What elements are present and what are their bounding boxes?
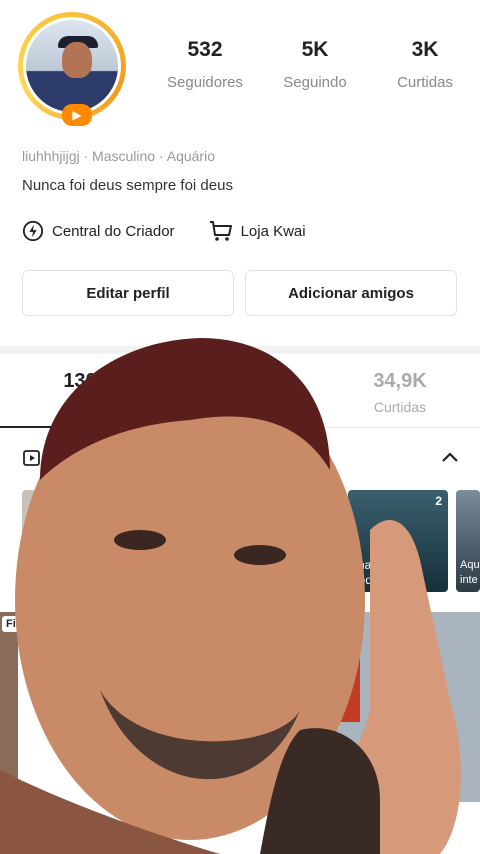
add-friends-button[interactable]: Adicionar amigos: [245, 270, 457, 316]
tab-publications[interactable]: 130 Publi: [0, 356, 160, 428]
tab-label: Publi: [64, 399, 96, 415]
tab-label: Curtidas: [373, 399, 427, 415]
tab-likes[interactable]: 34,9K Curtidas: [320, 356, 480, 427]
section-divider: [0, 346, 480, 354]
stat-value: 3K: [411, 38, 439, 61]
profile-links: Central do Criador Loja Kwai: [22, 220, 306, 242]
profile-avatar[interactable]: ▶: [18, 12, 126, 126]
avatar-face: [62, 42, 92, 78]
collection-thumb[interactable]: 2 cham bode: [348, 490, 448, 592]
stat-followers[interactable]: 532 Seguidores: [150, 38, 260, 91]
video-thumb[interactable]: [290, 612, 320, 802]
live-badge-icon: ▶: [62, 104, 92, 126]
edit-profile-button[interactable]: Editar perfil: [22, 270, 234, 316]
cart-icon: [209, 221, 232, 241]
tab-count: 130: [63, 370, 97, 392]
collection-count: 2: [329, 494, 336, 508]
avatar-photo: [23, 17, 121, 115]
collection-thumb[interactable]: 2 nha d...: [250, 490, 342, 592]
chevron-up-icon[interactable]: [441, 450, 459, 464]
collection-thumb[interactable]: Aqu inte: [456, 490, 480, 592]
lightning-circle-icon: [22, 220, 44, 242]
video-thumb[interactable]: [0, 612, 18, 802]
stat-likes[interactable]: 3K Curtidas: [370, 38, 480, 91]
stat-following[interactable]: 5K Seguindo: [260, 38, 370, 91]
video-thumb[interactable]: [322, 612, 480, 802]
creator-center-link[interactable]: Central do Criador: [22, 220, 175, 242]
tab-count: 34,9K: [373, 370, 427, 392]
collection-caption: Aqu inte: [460, 559, 480, 586]
creator-center-label: Central do Criador: [52, 222, 175, 240]
kwai-shop-link[interactable]: Loja Kwai: [209, 220, 306, 242]
collection-thumb[interactable]: [22, 490, 114, 592]
collection-caption: nha d...: [310, 558, 331, 587]
profile-stats: 532 Seguidores 5K Seguindo 3K Curtidas: [150, 38, 480, 91]
kwai-shop-label: Loja Kwai: [240, 222, 306, 240]
collection-count: 2: [435, 494, 442, 508]
profile-tabs: 130 Publi 34,9K Curtidas: [0, 356, 480, 428]
stat-value: 5K: [301, 38, 329, 61]
collection-caption: cham bode: [352, 558, 382, 587]
profile-bio: Nunca foi deus sempre foi deus: [22, 177, 233, 194]
pinned-badge: Fixa: [2, 616, 33, 632]
collections-bar: [0, 440, 480, 476]
profile-meta: liuhhhjijgj · Masculino · Aquário: [22, 148, 215, 164]
stat-label: Seguidores: [167, 74, 243, 91]
football-players-image: [322, 612, 480, 802]
stat-label: Curtidas: [397, 74, 453, 91]
stat-label: Seguindo: [283, 74, 347, 91]
stat-value: 532: [187, 38, 223, 61]
playlist-icon: [23, 450, 40, 466]
tab-hidden[interactable]: [160, 356, 320, 427]
